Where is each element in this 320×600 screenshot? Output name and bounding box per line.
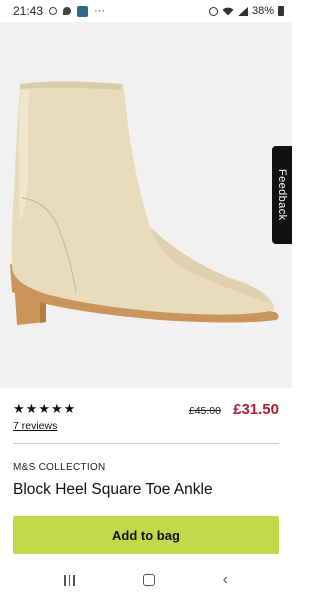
- star-icon: ★: [38, 401, 50, 416]
- status-time: 21:43: [13, 4, 44, 18]
- navigation-bar: ‹: [0, 560, 292, 600]
- star-icon: ★: [50, 401, 63, 416]
- home-icon[interactable]: [142, 574, 155, 586]
- brand-name: M&S COLLECTION: [13, 462, 106, 473]
- boot-illustration: [10, 81, 279, 325]
- original-price: £45.00: [188, 405, 221, 417]
- rating-row: ★ ★ ★ ★ ★ 7 reviews £45.00 £31.50: [13, 401, 279, 434]
- battery-percent: 38%: [251, 5, 274, 17]
- divider: [13, 443, 279, 444]
- product-image[interactable]: [0, 22, 292, 388]
- star-icon: ★: [25, 401, 38, 416]
- back-icon[interactable]: ‹: [223, 572, 228, 588]
- sale-price: £31.50: [233, 401, 279, 418]
- circle-icon: [49, 7, 58, 15]
- app-badge-icon: [77, 5, 89, 17]
- status-bar: 21:43 ··· 38%: [0, 0, 292, 22]
- star-icon: ★: [63, 401, 76, 416]
- feedback-label: Feedback: [276, 169, 288, 221]
- star-icon: ★: [13, 401, 25, 416]
- battery-icon: [278, 6, 284, 16]
- star-rating: ★ ★ ★ ★ ★: [13, 402, 75, 416]
- recent-apps-icon[interactable]: [63, 574, 75, 586]
- chat-bubble-icon: [63, 7, 72, 15]
- wifi-icon: [222, 7, 234, 15]
- product-title: Block Heel Square Toe Ankle: [13, 481, 213, 498]
- alarm-icon: [208, 6, 218, 16]
- reviews-link[interactable]: 7 reviews: [13, 420, 57, 432]
- add-to-bag-button[interactable]: Add to bag: [13, 516, 279, 554]
- more-dots-icon: ···: [94, 5, 106, 17]
- feedback-tab[interactable]: Feedback: [272, 146, 292, 244]
- signal-icon: [237, 6, 248, 16]
